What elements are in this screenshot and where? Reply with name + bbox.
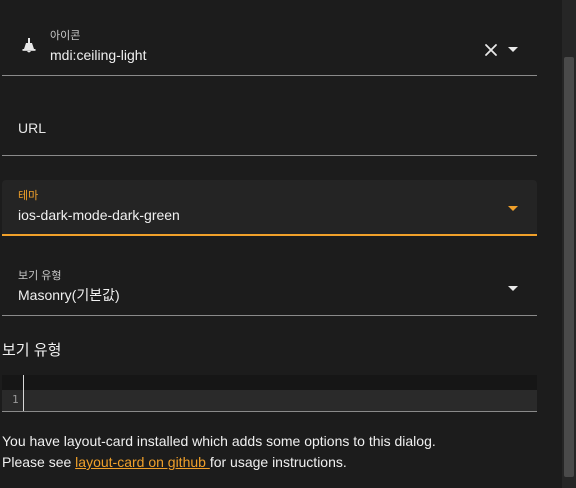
theme-select-label: 테마 (18, 190, 39, 202)
info-line-2-suffix: for usage instructions. (209, 454, 347, 470)
icon-field-label: 아이콘 (50, 30, 81, 42)
editor-line-number: 1 (12, 393, 19, 406)
vertical-scrollbar[interactable] (562, 0, 576, 488)
theme-dropdown-chevron-icon[interactable] (508, 206, 518, 211)
theme-select[interactable]: 테마 ios-dark-mode-dark-green (2, 180, 537, 236)
icon-dropdown-chevron-icon[interactable] (508, 47, 518, 52)
url-field-label: URL (18, 120, 47, 136)
card-config-panel: 아이콘 mdi:ceiling-light URL 테마 ios-dark-mo… (0, 0, 562, 488)
view-type-select-label: 보기 유형 (18, 270, 62, 282)
editor-underline (2, 411, 537, 412)
url-field[interactable]: URL (2, 100, 537, 156)
clear-icon[interactable] (484, 43, 498, 57)
layout-card-info: You have layout-card installed which add… (2, 431, 436, 473)
theme-select-value: ios-dark-mode-dark-green (18, 207, 180, 223)
icon-picker-field[interactable]: 아이콘 mdi:ceiling-light (2, 22, 537, 76)
editor-cursor (23, 375, 24, 411)
icon-field-value[interactable]: mdi:ceiling-light (50, 46, 146, 64)
view-type-select-value: Masonry(기본값) (18, 287, 120, 303)
info-line-1: You have layout-card installed which add… (2, 433, 436, 449)
layout-card-github-link[interactable]: layout-card on github (75, 454, 210, 470)
view-type-dropdown-chevron-icon[interactable] (508, 286, 518, 291)
info-line-2: Please see layout-card on github for usa… (2, 452, 436, 473)
editor-topbar (2, 375, 537, 390)
ceiling-light-icon (20, 37, 38, 55)
section-title: 보기 유형 (2, 342, 62, 359)
yaml-code-editor[interactable]: 1 (2, 375, 537, 412)
info-line-2-prefix: Please see (2, 454, 76, 470)
view-type-select[interactable]: 보기 유형 Masonry(기본값) (2, 260, 537, 316)
scrollbar-thumb[interactable] (564, 57, 574, 477)
